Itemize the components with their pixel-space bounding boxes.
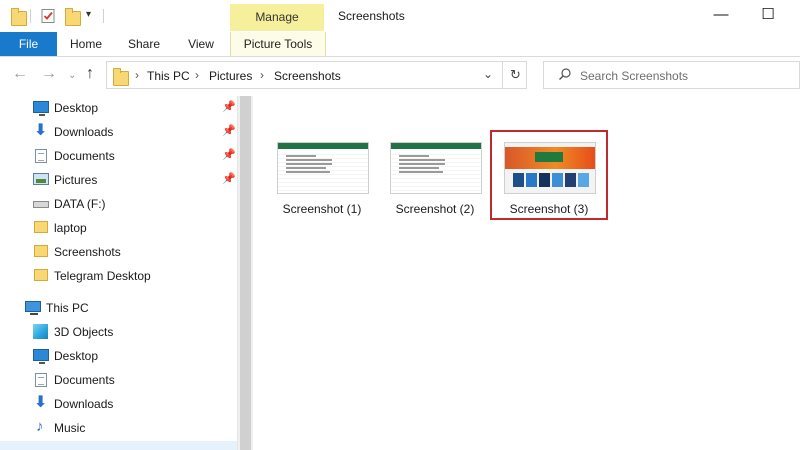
sidebar-item-documents-pc[interactable]: Documents xyxy=(0,368,237,392)
sidebar-item-label: laptop xyxy=(54,221,87,235)
sidebar-item-pictures[interactable]: Pictures 📌 xyxy=(0,168,237,192)
folder-icon[interactable] xyxy=(10,8,27,26)
sidebar-item-documents[interactable]: Documents 📌 xyxy=(0,144,237,168)
recent-locations-icon[interactable]: ⌄ xyxy=(68,68,76,84)
tab-file[interactable]: File xyxy=(0,32,57,56)
sidebar-item-partial[interactable] xyxy=(0,441,237,450)
sidebar-item-label: Music xyxy=(54,421,86,435)
folder-icon xyxy=(34,245,48,257)
pin-icon: 📌 xyxy=(222,149,236,161)
thumbnail-image xyxy=(277,142,369,194)
sidebar-item-label: 3D Objects xyxy=(54,325,114,339)
forward-icon[interactable]: → xyxy=(41,66,57,82)
minimize-icon: — xyxy=(713,6,729,23)
sidebar-item-label: Desktop xyxy=(54,101,99,115)
sidebar-item-label: Downloads xyxy=(54,397,114,411)
toolbar-divider xyxy=(30,9,31,23)
sidebar-item-label: DATA (F:) xyxy=(54,197,106,211)
new-folder-icon[interactable] xyxy=(64,8,81,26)
address-divider xyxy=(502,62,503,88)
back-icon[interactable]: ← xyxy=(12,66,28,82)
documents-icon xyxy=(35,373,47,387)
file-name: Screenshot (2) xyxy=(395,202,475,216)
drive-icon xyxy=(33,201,49,208)
refresh-icon[interactable]: ↻ xyxy=(510,67,521,83)
music-icon: ♪ xyxy=(36,418,44,435)
file-name: Screenshot (1) xyxy=(282,202,362,216)
sidebar-item-desktop-pc[interactable]: Desktop xyxy=(0,344,237,368)
maximize-icon: ☐ xyxy=(761,6,775,23)
file-item-screenshot-3[interactable]: Screenshot (3) xyxy=(490,130,608,220)
scrollbar-thumb[interactable] xyxy=(240,96,251,450)
pictures-icon xyxy=(33,173,49,185)
sidebar-item-downloads-pc[interactable]: ⬇ Downloads xyxy=(0,392,237,416)
maximize-button[interactable]: ☐ xyxy=(745,0,791,32)
search-input[interactable] xyxy=(578,65,792,87)
file-item-screenshot-2[interactable]: Screenshot (2) xyxy=(382,132,488,218)
sidebar-item-screenshots[interactable]: Screenshots xyxy=(0,240,237,264)
sidebar-item-music[interactable]: ♪ Music xyxy=(0,416,237,440)
desktop-icon xyxy=(33,101,49,116)
breadcrumb-separator: › xyxy=(135,68,139,82)
3d-objects-icon xyxy=(33,324,48,339)
pin-icon: 📌 xyxy=(222,125,236,137)
properties-icon[interactable] xyxy=(40,8,56,24)
sidebar-item-this-pc[interactable]: This PC xyxy=(0,296,237,320)
breadcrumb-screenshots[interactable]: Screenshots xyxy=(274,69,341,83)
tab-picture-tools[interactable]: Picture Tools xyxy=(230,32,326,56)
pin-icon: 📌 xyxy=(222,101,236,113)
downloads-icon: ⬇ xyxy=(34,394,48,411)
breadcrumb-separator: › xyxy=(195,68,199,82)
search-box[interactable] xyxy=(543,61,800,89)
sidebar-item-downloads[interactable]: ⬇ Downloads 📌 xyxy=(0,120,237,144)
ribbon-tabs: File Home Share View Picture Tools xyxy=(0,32,800,57)
sidebar-item-label: Telegram Desktop xyxy=(54,269,151,283)
sidebar-item-desktop[interactable]: Desktop 📌 xyxy=(0,96,237,120)
tab-view[interactable]: View xyxy=(178,32,224,56)
window-title: Screenshots xyxy=(338,9,405,23)
chevron-down-icon[interactable]: ⌄ xyxy=(483,67,493,81)
file-list: Screenshot (1) Screenshot (2) Screenshot… xyxy=(253,96,800,450)
thumbnail-image xyxy=(390,142,482,194)
minimize-button[interactable]: — xyxy=(698,0,744,32)
sidebar-item-label: This PC xyxy=(46,301,89,315)
sidebar-scrollbar[interactable] xyxy=(237,96,253,450)
address-bar[interactable]: › This PC › Pictures › Screenshots ⌄ ↻ xyxy=(106,61,527,89)
file-name: Screenshot (3) xyxy=(509,202,589,216)
sidebar-item-label: Documents xyxy=(54,373,115,387)
title-bar: ▾ Manage Screenshots — ☐ xyxy=(0,0,800,32)
manage-tab[interactable]: Manage xyxy=(230,4,324,31)
documents-icon xyxy=(35,149,47,163)
desktop-icon xyxy=(33,349,49,364)
navigation-pane: Desktop 📌 ⬇ Downloads 📌 Documents 📌 Pict… xyxy=(0,96,237,450)
sidebar-item-data-drive[interactable]: DATA (F:) xyxy=(0,192,237,216)
breadcrumb-this-pc[interactable]: This PC xyxy=(147,69,190,83)
folder-icon xyxy=(34,269,48,281)
up-icon[interactable]: ↑ xyxy=(86,66,94,82)
sidebar-item-laptop[interactable]: laptop xyxy=(0,216,237,240)
sidebar-item-3d-objects[interactable]: 3D Objects xyxy=(0,320,237,344)
this-pc-icon xyxy=(25,301,41,315)
toolbar-divider xyxy=(103,9,104,23)
sidebar-item-label: Documents xyxy=(54,149,115,163)
thumbnail-image xyxy=(504,142,596,194)
folder-icon xyxy=(34,221,48,233)
breadcrumb-separator: › xyxy=(260,68,264,82)
sidebar-item-label: Screenshots xyxy=(54,245,121,259)
tab-home[interactable]: Home xyxy=(62,32,110,56)
downloads-icon: ⬇ xyxy=(34,122,48,139)
sidebar-item-label: Pictures xyxy=(54,173,98,187)
customize-toolbar-icon[interactable]: ▾ xyxy=(86,9,91,20)
breadcrumb-pictures[interactable]: Pictures xyxy=(209,69,252,83)
tab-share[interactable]: Share xyxy=(120,32,168,56)
search-icon xyxy=(558,67,572,84)
sidebar-item-label: Desktop xyxy=(54,349,99,363)
folder-icon xyxy=(112,68,129,86)
sidebar-item-label: Downloads xyxy=(54,125,114,139)
file-item-screenshot-1[interactable]: Screenshot (1) xyxy=(269,132,375,218)
sidebar-item-telegram-desktop[interactable]: Telegram Desktop xyxy=(0,264,237,288)
pin-icon: 📌 xyxy=(222,173,236,185)
